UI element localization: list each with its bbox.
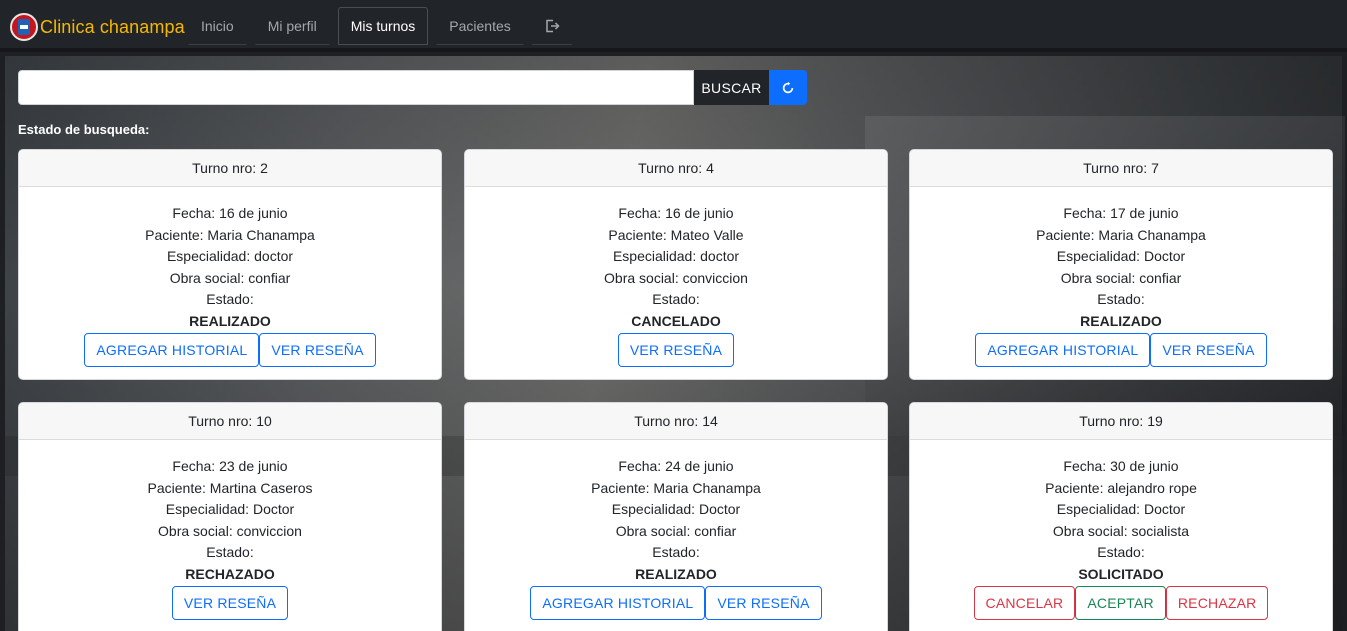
brand[interactable]: Clinica chanampa [10,12,185,42]
card-actions: AGREGAR HISTORIAL VER RESEÑA [19,332,441,367]
appointment-status: REALIZADO [1080,312,1162,329]
card-header-turno: Turno nro: 7 [910,150,1332,187]
search-button[interactable]: BUSCAR [694,70,769,105]
appointment-specialty: Especialidad: Doctor [611,501,741,518]
refresh-icon [782,81,794,93]
nav-item-mi-perfil[interactable]: Mi perfil [254,7,330,45]
card-body: Fecha: 30 de junio Paciente: alejandro ro… [910,440,1332,620]
logout-icon [546,19,560,32]
appointment-status: RECHAZADO [185,565,275,582]
nav-item-inicio[interactable]: Inicio [188,7,247,45]
appointment-status-label: Estado: [652,291,700,308]
appointment-status-label: Estado: [1097,291,1145,308]
appointment-date: Fecha: 24 de junio [618,458,734,474]
appointment-status: SOLICITADO [1078,565,1164,582]
card-header-turno: Turno nro: 19 [910,403,1332,440]
appointment-date: Fecha: 16 de junio [172,205,288,221]
agregar-historial-button[interactable]: AGREGAR HISTORIAL [84,332,260,367]
appointment-status-label: Estado: [206,544,254,561]
cancelar-button[interactable]: CANCELAR [973,585,1076,620]
card-body: Fecha: 23 de junio Paciente: Martina Case… [19,440,441,620]
card-header-turno: Turno nro: 10 [19,403,441,440]
appointment-status: CANCELADO [631,312,721,329]
nav-item-mis-turnos[interactable]: Mis turnos [337,7,429,45]
card-body: Fecha: 24 de junio Paciente: Maria Chanam… [465,440,887,620]
appointment-status: REALIZADO [189,312,271,329]
logout-button[interactable] [531,7,572,45]
card-header-turno: Turno nro: 2 [19,150,441,187]
ver-resena-button[interactable]: VER RESEÑA [171,585,289,620]
appointment-specialty: Especialidad: Doctor [1056,248,1186,265]
appointment-patient: Paciente: Martina Caseros [147,479,313,496]
card-body: Fecha: 17 de junio Paciente: Maria Chanam… [910,187,1332,367]
ver-resena-button[interactable]: VER RESEÑA [617,332,735,367]
rechazar-button[interactable]: RECHAZAR [1165,585,1269,620]
search-input[interactable] [18,70,694,105]
appointment-patient: Paciente: alejandro rope [1045,479,1197,496]
appointment-patient: Paciente: Maria Chanampa [1036,226,1206,243]
appointment-card: Turno nro: 10 Fecha: 23 de junio Paciente:… [18,402,442,631]
aceptar-button[interactable]: ACEPTAR [1075,585,1166,620]
card-body: Fecha: 16 de junio Paciente: Mateo Valle E… [465,187,887,367]
appointment-date: Fecha: 23 de junio [172,458,288,474]
appointment-card: Turno nro: 4 Fecha: 16 de junio Paciente: … [464,149,888,380]
appointment-specialty: Especialidad: doctor [612,248,740,265]
appointment-patient: Paciente: Maria Chanampa [145,226,315,243]
reset-button[interactable] [769,70,807,105]
search-status-label: Estado de busqueda: [18,122,150,137]
appointment-insurance: Obra social: socialista [1052,522,1190,539]
appointment-patient: Paciente: Maria Chanampa [591,479,761,496]
appointment-status: REALIZADO [635,565,717,582]
appointment-date: Fecha: 30 de junio [1063,458,1179,474]
appointment-date: Fecha: 16 de junio [618,205,734,221]
card-actions: AGREGAR HISTORIAL VER RESEÑA [465,585,887,620]
card-actions: AGREGAR HISTORIAL VER RESEÑA [910,332,1332,367]
appointment-insurance: Obra social: confiar [1060,269,1182,286]
appointment-insurance: Obra social: confiar [169,269,291,286]
card-actions: VER RESEÑA [19,585,441,620]
appointment-date: Fecha: 17 de junio [1063,205,1179,221]
nav-links: Inicio Mi perfil Mis turnos Pacientes [188,7,572,45]
card-actions: VER RESEÑA [465,332,887,367]
ver-resena-button[interactable]: VER RESEÑA [259,332,376,367]
appointment-card: Turno nro: 19 Fecha: 30 de junio Paciente:… [909,402,1333,631]
appointment-status-label: Estado: [652,544,700,561]
card-body: Fecha: 16 de junio Paciente: Maria Chanam… [19,187,441,367]
appointment-patient: Paciente: Mateo Valle [608,226,744,243]
clinic-logo-icon [10,13,38,41]
card-header-turno: Turno nro: 14 [465,403,887,440]
appointment-insurance: Obra social: confiar [615,522,737,539]
card-actions: CANCELAR ACEPTAR RECHAZAR [910,585,1332,620]
appointment-card: Turno nro: 2 Fecha: 16 de junio Paciente: … [18,149,442,380]
ver-resena-button[interactable]: VER RESEÑA [705,585,822,620]
agregar-historial-button[interactable]: AGREGAR HISTORIAL [530,585,706,620]
agregar-historial-button[interactable]: AGREGAR HISTORIAL [975,332,1151,367]
appointment-status-label: Estado: [206,291,254,308]
appointment-insurance: Obra social: conviccion [158,522,302,539]
card-header-turno: Turno nro: 4 [465,150,887,187]
appointment-specialty: Especialidad: doctor [166,248,294,265]
ver-resena-button[interactable]: VER RESEÑA [1150,332,1267,367]
appointment-status-label: Estado: [1097,544,1145,561]
appointment-specialty: Especialidad: Doctor [1056,501,1186,518]
appointment-specialty: Especialidad: Doctor [165,501,295,518]
search-bar: BUSCAR [18,70,807,105]
nav-item-pacientes[interactable]: Pacientes [436,7,524,45]
appointment-card: Turno nro: 14 Fecha: 24 de junio Paciente:… [464,402,888,631]
appointment-card: Turno nro: 7 Fecha: 17 de junio Paciente: … [909,149,1333,380]
navbar: Clinica chanampa Inicio Mi perfil Mis tu… [0,0,1347,52]
appointment-insurance: Obra social: conviccion [604,269,748,286]
brand-name: Clinica chanampa [40,16,185,37]
